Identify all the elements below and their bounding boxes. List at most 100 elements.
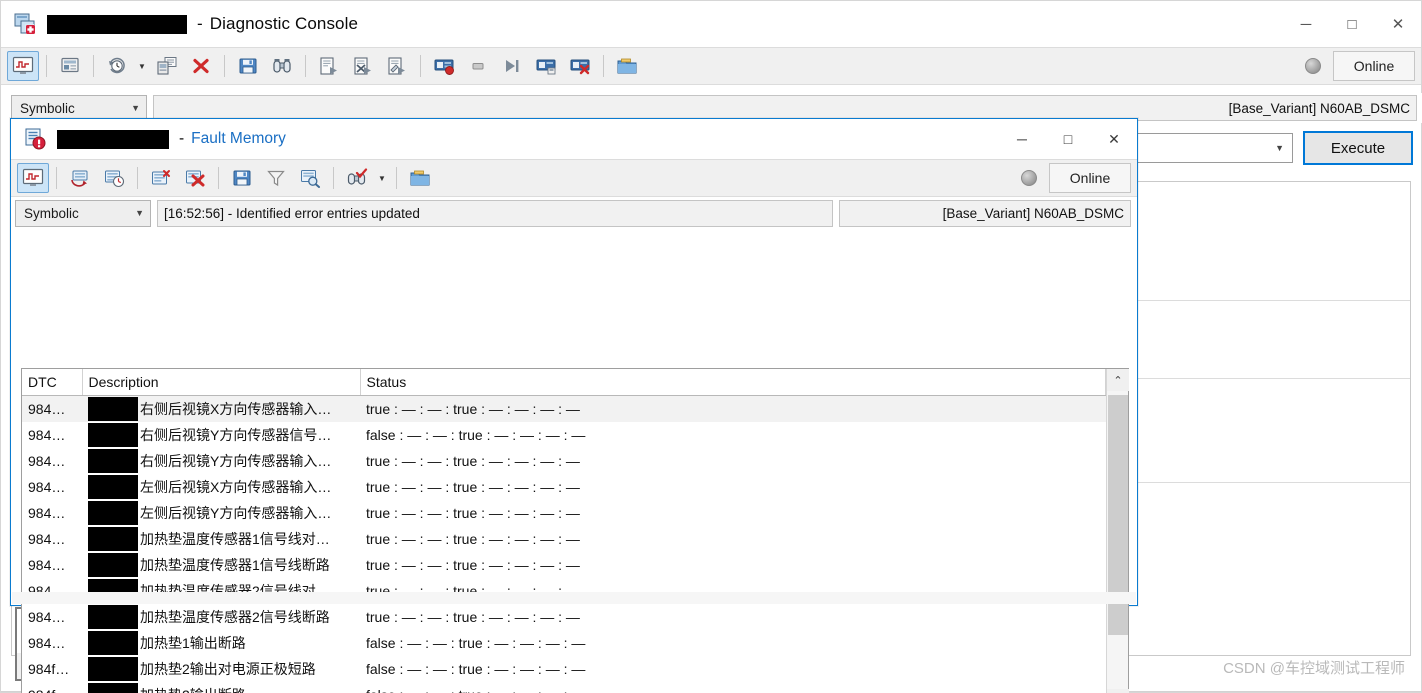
- dialog-status-message: [16:52:56] - Identified error entries up…: [157, 199, 833, 227]
- table-row[interactable]: 984… 右侧后视镜Y方向传感器输入… true : — : — : true : …: [22, 448, 1106, 474]
- execute-button[interactable]: Execute: [1303, 131, 1413, 165]
- cell-dtc: 984…: [22, 395, 82, 422]
- stop-icon[interactable]: [462, 51, 494, 81]
- open-folder-icon[interactable]: [404, 163, 436, 193]
- table-row[interactable]: 984… 加热垫1输出断路 false : — : — : true : — : —…: [22, 630, 1106, 656]
- description-wrapper: 加热垫2输出对电源正极短路: [88, 656, 354, 681]
- dialog-maximize-button[interactable]: □: [1045, 119, 1091, 159]
- online-status-button[interactable]: Online: [1333, 51, 1415, 81]
- measurement-window-icon[interactable]: [7, 51, 39, 81]
- symbolic-mode-value: Symbolic: [20, 100, 75, 116]
- dtc-table-head: DTC Description Status: [22, 369, 1106, 396]
- table-vertical-scrollbar[interactable]: ⌃ ⌄: [1106, 369, 1129, 693]
- main-window-controls: ─ □ ✕: [1283, 1, 1421, 47]
- fault-memory-history-icon[interactable]: [98, 163, 130, 193]
- ecu-identification-icon[interactable]: [151, 51, 183, 81]
- description-wrapper: 右侧后视镜Y方向传感器信号…: [88, 422, 354, 447]
- measurement-window-icon[interactable]: [17, 163, 49, 193]
- cell-dtc: 984…: [28, 504, 66, 521]
- table-row[interactable]: 984… 右侧后视镜Y方向传感器信号… false : — : — : true :…: [22, 422, 1106, 448]
- table-row[interactable]: 984… 加热垫温度传感器1信号线对… true : — : — : true : …: [22, 526, 1106, 552]
- toolbar-separator: [46, 55, 47, 77]
- dtc-table: DTC Description Status 984… 右侧后视镜X方向传感器输入…: [22, 369, 1106, 693]
- maximize-button[interactable]: □: [1329, 1, 1375, 47]
- dialog-minimize-button[interactable]: ─: [999, 119, 1045, 159]
- cell-dtc: 984…: [28, 452, 66, 469]
- filter-funnel-icon[interactable]: [260, 163, 292, 193]
- cell-status: false : — : — : true : — : — : — : —: [366, 660, 586, 677]
- redacted-description-prefix: [88, 604, 138, 629]
- save-icon[interactable]: [226, 163, 258, 193]
- redacted-description-prefix: [88, 656, 138, 681]
- close-button[interactable]: ✕: [1375, 1, 1421, 47]
- history-dropdown-caret[interactable]: ▼: [135, 51, 149, 81]
- cell-status: false : — : — : true : — : — : — : —: [360, 682, 1106, 693]
- fault-memory-table: DTC Description Status 984… 右侧后视镜X方向传感器输入…: [21, 368, 1129, 693]
- find-binoculars-icon[interactable]: [266, 51, 298, 81]
- table-row[interactable]: 984f… 加热垫2输出断路 false : — : — : true : — : …: [22, 682, 1106, 693]
- cell-dtc: 984…: [28, 634, 66, 651]
- trace-save-icon[interactable]: [530, 51, 562, 81]
- clear-fault-memory-icon[interactable]: [179, 163, 211, 193]
- table-body-area: DTC Description Status 984… 右侧后视镜X方向传感器输入…: [22, 369, 1106, 693]
- scroll-down-arrow-icon[interactable]: ⌄: [1107, 689, 1129, 693]
- cell-dtc: 984…: [28, 426, 66, 443]
- table-row[interactable]: 984… 左侧后视镜Y方向传感器输入… true : — : — : true : …: [22, 500, 1106, 526]
- redacted-description-prefix: [88, 422, 138, 447]
- read-fault-memory-icon[interactable]: [145, 163, 177, 193]
- table-header-row: DTC Description Status: [22, 369, 1106, 396]
- chevron-down-icon: ▼: [135, 208, 144, 218]
- search-dropdown-caret[interactable]: ▼: [375, 163, 389, 193]
- cell-dtc: 984…: [28, 478, 66, 495]
- dialog-close-button[interactable]: ✕: [1091, 119, 1137, 159]
- column-header-description[interactable]: Description: [82, 369, 361, 396]
- toolbar-separator: [603, 55, 604, 77]
- column-header-dtc[interactable]: DTC: [22, 369, 83, 396]
- cell-status: true : — : — : true : — : — : — : —: [366, 608, 580, 625]
- description-wrapper: 右侧后视镜Y方向传感器输入…: [88, 448, 354, 473]
- save-icon[interactable]: [232, 51, 264, 81]
- record-trace-icon[interactable]: [428, 51, 460, 81]
- dialog-online-status-button[interactable]: Online: [1049, 163, 1131, 193]
- inspect-magnifier-icon[interactable]: [294, 163, 326, 193]
- refresh-fault-memory-icon[interactable]: [64, 163, 96, 193]
- ecu-overview-icon[interactable]: [54, 51, 86, 81]
- redacted-app-name: [47, 14, 187, 34]
- history-clock-icon[interactable]: [101, 51, 133, 81]
- delete-red-x-icon[interactable]: [185, 51, 217, 81]
- description-text: 左侧后视镜X方向传感器输入…: [140, 478, 332, 495]
- import-document-icon[interactable]: [313, 51, 345, 81]
- search-check-binoculars-icon[interactable]: [341, 163, 373, 193]
- title-separator: -: [197, 14, 203, 33]
- edit-document-icon[interactable]: [381, 51, 413, 81]
- table-row[interactable]: 984… 加热垫温度传感器1信号线断路 true : — : — : true : …: [22, 552, 1106, 578]
- table-row[interactable]: 984… 右侧后视镜X方向传感器输入… true : — : — : true : …: [22, 395, 1106, 422]
- cell-dtc: 984…: [28, 530, 66, 547]
- column-header-status[interactable]: Status: [360, 369, 1106, 396]
- description-wrapper: 右侧后视镜X方向传感器输入…: [88, 396, 354, 421]
- dialog-symbolic-mode-select[interactable]: Symbolic ▼: [15, 199, 151, 227]
- table-row[interactable]: 984… 加热垫温度传感器2信号线断路 true : — : — : true : …: [22, 604, 1106, 630]
- redacted-description-prefix: [88, 552, 138, 577]
- redacted-description-prefix: [88, 474, 138, 499]
- export-document-icon[interactable]: [347, 51, 379, 81]
- step-icon[interactable]: [496, 51, 528, 81]
- redacted-description-prefix: [88, 448, 138, 473]
- dialog-bottom-strip: [12, 592, 1136, 604]
- trace-delete-icon[interactable]: [564, 51, 596, 81]
- toolbar-separator: [224, 55, 225, 77]
- table-row[interactable]: 984f… 加热垫2输出对电源正极短路 false : — : — : true :…: [22, 656, 1106, 682]
- cell-dtc: 984…: [28, 608, 66, 625]
- cell-description: 加热垫2输出对电源正极短路: [82, 656, 360, 682]
- scroll-up-arrow-icon[interactable]: ⌃: [1107, 369, 1129, 391]
- description-text: 加热垫温度传感器1信号线断路: [140, 556, 330, 573]
- open-folder-icon[interactable]: [611, 51, 643, 81]
- minimize-button[interactable]: ─: [1283, 1, 1329, 47]
- table-row[interactable]: 984… 左侧后视镜X方向传感器输入… true : — : — : true : …: [22, 474, 1106, 500]
- redacted-description-prefix: [88, 526, 138, 551]
- cell-status: true : — : — : true : — : — : — : —: [366, 530, 580, 547]
- description-wrapper: 左侧后视镜Y方向传感器输入…: [88, 500, 354, 525]
- description-text: 加热垫1输出断路: [140, 634, 246, 651]
- cell-dtc: 984f…: [22, 682, 82, 693]
- cell-status: false : — : — : true : — : — : — : —: [366, 426, 586, 443]
